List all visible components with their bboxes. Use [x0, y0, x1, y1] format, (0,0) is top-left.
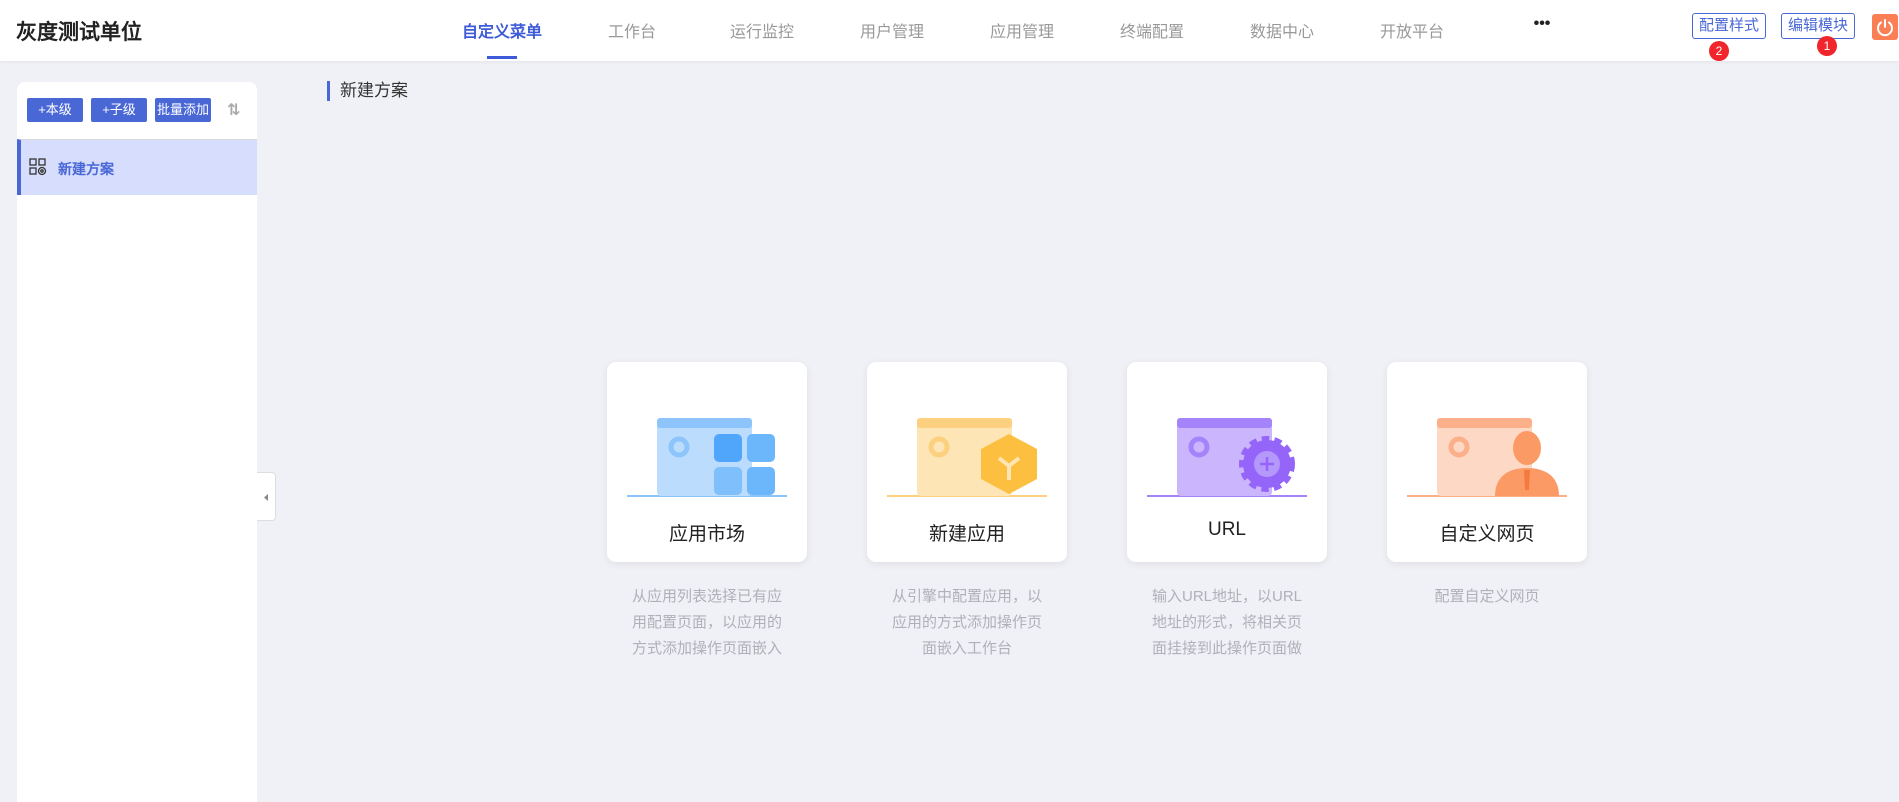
nav-apps[interactable]: 应用管理: [957, 18, 1087, 42]
app-market-icon: [627, 418, 787, 497]
sort-icon[interactable]: ⇅: [227, 100, 240, 120]
card-new-app[interactable]: 新建应用: [867, 362, 1067, 562]
config-style-button[interactable]: 配置样式: [1692, 13, 1767, 39]
url-gear-icon: [1147, 418, 1307, 497]
edit-module-button[interactable]: 编辑模块: [1781, 13, 1856, 39]
card-url[interactable]: URL: [1127, 362, 1327, 562]
sidebar-item-new-scheme[interactable]: 新建方案: [17, 139, 257, 195]
card-title: URL: [1207, 519, 1246, 540]
badge-config-style: 2: [1709, 41, 1729, 61]
card-description: 输入URL地址，以URL地址的形式，将相关页面挂接到此操作页面做为工作: [1151, 588, 1302, 657]
collapse-sidebar-button[interactable]: [257, 472, 276, 521]
nav-users[interactable]: 用户管理: [827, 18, 957, 42]
caret-left-icon: [264, 494, 268, 501]
nav-terminal[interactable]: 终端配置: [1087, 18, 1217, 42]
sidebar-item-label: 新建方案: [58, 161, 114, 177]
add-child-button[interactable]: +子级: [91, 98, 147, 122]
top-header: 灰度测试单位 自定义菜单 工作台 运行监控 用户管理 应用管理 终端配置 数据中…: [0, 0, 1899, 61]
custom-webpage-person-icon: [1407, 418, 1567, 497]
nav-more-button[interactable]: •••: [1477, 15, 1607, 33]
nav-open-platform[interactable]: 开放平台: [1347, 18, 1477, 42]
sidebar: +本级 +子级 批量添加 ⇅ 新建方案: [17, 82, 257, 802]
nav-monitor[interactable]: 运行监控: [697, 18, 827, 42]
card-title: 自定义网页: [1439, 524, 1535, 545]
power-icon: [1877, 19, 1893, 37]
brand-title: 灰度测试单位: [16, 21, 142, 44]
nav-custom-menu[interactable]: 自定义菜单: [437, 18, 567, 42]
card-title: 新建应用: [928, 524, 1005, 545]
card-description: 配置自定义网页: [1434, 588, 1540, 605]
active-tab-indicator: [487, 56, 517, 59]
card-custom-webpage[interactable]: 自定义网页: [1387, 362, 1587, 562]
nav-workbench[interactable]: 工作台: [567, 18, 697, 42]
card-description: 从引擎中配置应用，以应用的方式添加操作页面嵌入工作台: [891, 588, 1042, 657]
card-app-market[interactable]: 应用市场: [607, 362, 807, 562]
card-title: 应用市场: [668, 524, 745, 545]
new-app-icon: [887, 418, 1047, 497]
add-same-level-button[interactable]: +本级: [27, 98, 83, 122]
apps-grid-icon: [29, 158, 47, 176]
nav-data[interactable]: 数据中心: [1217, 18, 1347, 42]
card-description: 从应用列表选择已有应用配置页面，以应用的方式添加操作页面嵌入工作台: [631, 588, 782, 657]
power-button[interactable]: [1872, 14, 1898, 40]
badge-edit-module: 1: [1817, 36, 1837, 56]
section-title: 新建方案: [327, 81, 408, 101]
batch-add-button[interactable]: 批量添加: [155, 98, 211, 122]
